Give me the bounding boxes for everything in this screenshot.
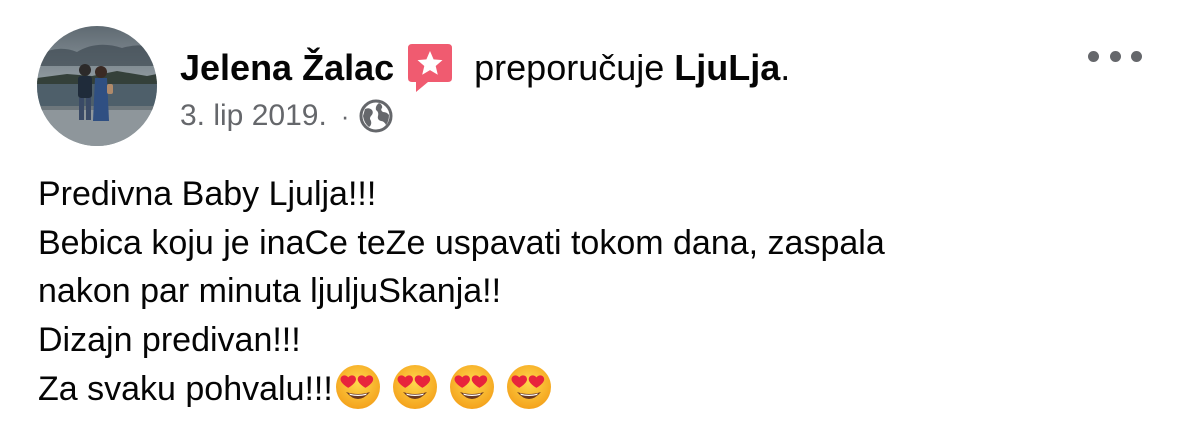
heart-eyes-emoji [449, 364, 495, 410]
post-body: Predivna Baby Ljulja!!! Bebica koju je i… [38, 170, 885, 414]
heart-eyes-emoji [506, 364, 552, 410]
post-text-line: Predivna Baby Ljulja!!! [38, 175, 377, 213]
recommended-page-name[interactable]: LjuLja [674, 47, 780, 89]
emoji-row [335, 364, 552, 410]
header-period: . [780, 47, 791, 88]
globe-icon[interactable] [359, 99, 393, 133]
heart-eyes-emoji [335, 364, 381, 410]
post-text-last: Za svaku pohvalu!!! [38, 370, 333, 408]
more-dot [1131, 50, 1142, 62]
post-text-line: Dizajn predivan!!! [38, 320, 301, 359]
post-date[interactable]: 3. lip 2019. [180, 99, 327, 133]
meta-separator: · [340, 100, 350, 131]
post-text-line: nakon par minuta ljuljuSkanja!! [38, 272, 502, 310]
more-dot [1088, 50, 1099, 62]
post-text-line: Bebica koju je inaCe teZe uspavati tokom… [38, 223, 885, 262]
post-header: Jelena Žalac preporučuje LjuLja . [180, 42, 790, 94]
recommendation-star-icon [406, 42, 454, 94]
author-name[interactable]: Jelena Žalac [180, 47, 394, 89]
more-options-icon[interactable] [1088, 44, 1142, 68]
more-dot [1109, 50, 1121, 62]
recommendation-post: Jelena Žalac preporučuje LjuLja . 3. lip… [0, 0, 1179, 429]
recommendation-action: preporučuje [474, 47, 665, 88]
post-meta: 3. lip 2019. · [180, 96, 393, 136]
heart-eyes-emoji [392, 364, 438, 410]
post-text-line-last: Za svaku pohvalu!!! [38, 364, 885, 414]
author-avatar[interactable] [37, 26, 157, 146]
